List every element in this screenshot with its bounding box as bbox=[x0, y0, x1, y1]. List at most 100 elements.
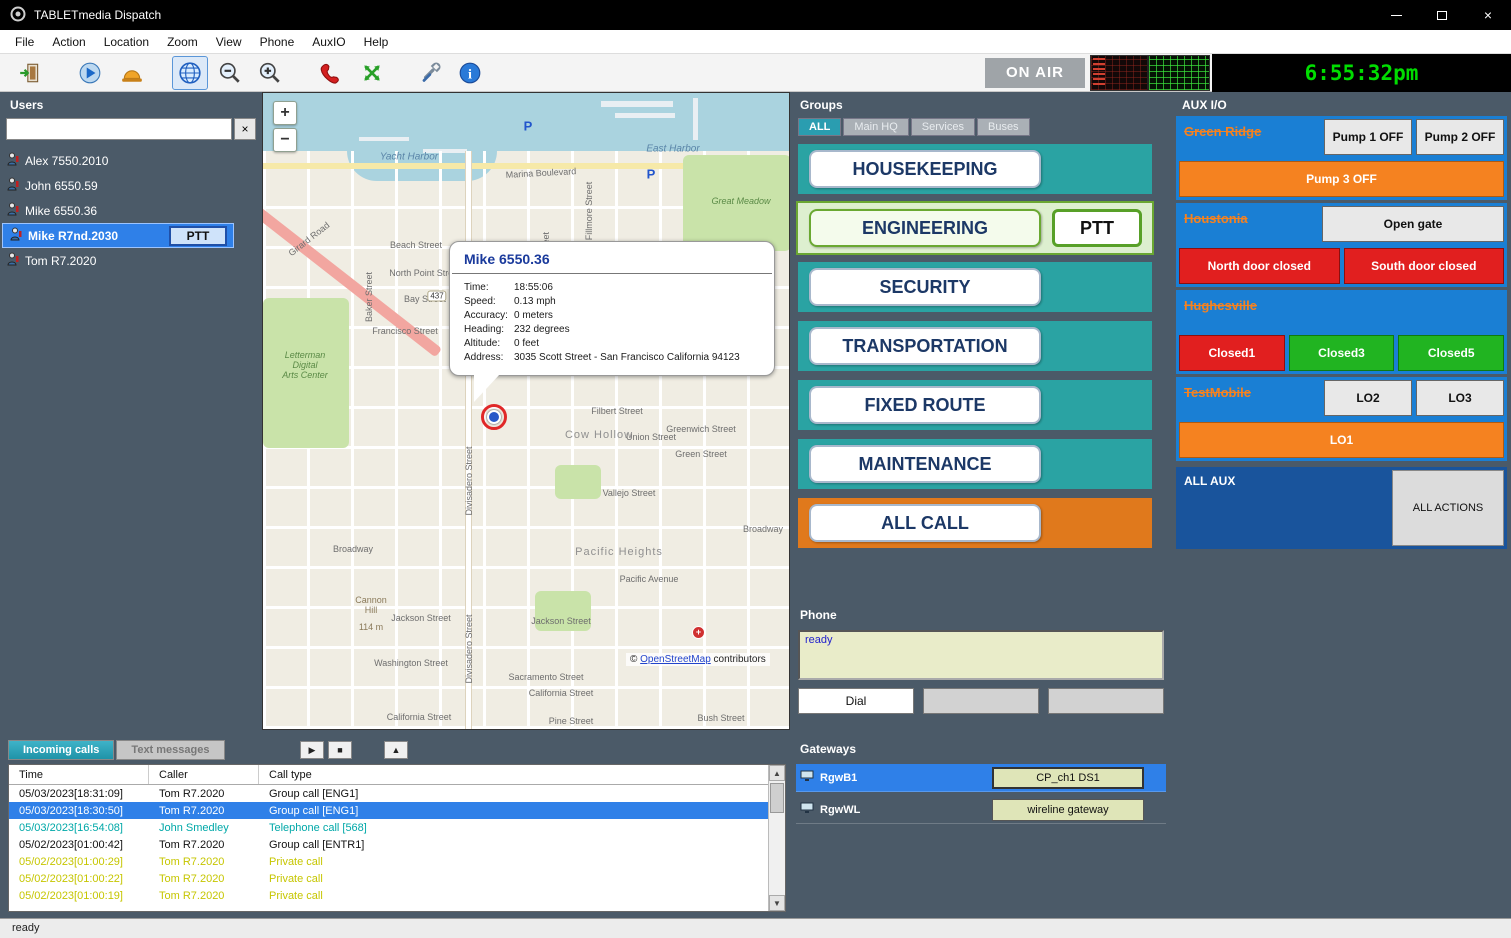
menu-item-zoom[interactable]: Zoom bbox=[158, 32, 207, 52]
phone-display[interactable]: ready bbox=[798, 630, 1164, 680]
groups-tab-buses[interactable]: Buses bbox=[977, 118, 1030, 136]
gateway-channel-button[interactable]: CP_ch1 DS1 bbox=[992, 767, 1144, 789]
gateway-channel-button[interactable]: wireline gateway bbox=[992, 799, 1144, 821]
group-button[interactable]: SECURITY bbox=[809, 268, 1041, 306]
menu-item-file[interactable]: File bbox=[6, 32, 43, 52]
aux-button[interactable]: Closed5 bbox=[1398, 335, 1504, 371]
groups-tab-main-hq[interactable]: Main HQ bbox=[843, 118, 908, 136]
group-button[interactable]: HOUSEKEEPING bbox=[809, 150, 1041, 188]
on-air-indicator[interactable]: ON AIR bbox=[985, 58, 1085, 88]
selected-user-marker[interactable] bbox=[487, 410, 501, 424]
call-row[interactable]: 05/02/2023[01:00:42]Tom R7.2020Group cal… bbox=[9, 836, 785, 853]
call-row[interactable]: 05/02/2023[01:00:19]Tom R7.2020Private c… bbox=[9, 887, 785, 904]
aux-button[interactable]: Closed3 bbox=[1289, 335, 1395, 371]
menu-item-action[interactable]: Action bbox=[43, 32, 94, 52]
zoom-in-icon bbox=[258, 61, 282, 85]
menu-item-help[interactable]: Help bbox=[355, 32, 398, 52]
info-button[interactable]: i bbox=[452, 56, 488, 90]
aux-section-header: Green RidgePump 1 OFFPump 2 OFF bbox=[1179, 119, 1504, 159]
ptt-button[interactable]: PTT bbox=[1052, 209, 1142, 247]
raise-panel-button[interactable]: ▲ bbox=[384, 741, 408, 759]
aux-button[interactable]: Pump 2 OFF bbox=[1416, 119, 1504, 155]
aux-button[interactable]: LO1 bbox=[1179, 422, 1504, 458]
menu-item-phone[interactable]: Phone bbox=[251, 32, 304, 52]
aux-button[interactable]: LO2 bbox=[1324, 380, 1412, 416]
column-header-caller[interactable]: Caller bbox=[149, 765, 259, 784]
column-header-time[interactable]: Time bbox=[9, 765, 149, 784]
column-header-call-type[interactable]: Call type bbox=[259, 769, 785, 781]
group-button[interactable]: ALL CALL bbox=[809, 504, 1041, 542]
gateway-row[interactable]: RgwWLwireline gateway bbox=[796, 796, 1166, 824]
map-label: Baker Street bbox=[364, 272, 374, 322]
scroll-thumb[interactable] bbox=[770, 783, 784, 813]
call-row[interactable]: 05/03/2023[16:54:08]John SmedleyTelephon… bbox=[9, 819, 785, 836]
aux-button[interactable]: Pump 3 OFF bbox=[1179, 161, 1504, 197]
map-label: Pacific Avenue bbox=[620, 574, 679, 584]
aux-button[interactable]: Pump 1 OFF bbox=[1324, 119, 1412, 155]
group-row: TRANSPORTATION bbox=[798, 321, 1152, 371]
popup-field: Heading:232 degrees bbox=[464, 323, 760, 336]
alarm-button[interactable] bbox=[114, 56, 150, 90]
user-item[interactable]: John 6550.59 bbox=[0, 173, 262, 198]
scroll-up-button[interactable]: ▲ bbox=[769, 765, 785, 781]
gateway-row[interactable]: RgwB1CP_ch1 DS1 bbox=[796, 764, 1166, 792]
ptt-button[interactable]: PTT bbox=[169, 226, 227, 246]
stop-button[interactable]: ■ bbox=[328, 741, 352, 759]
minimize-button[interactable] bbox=[1373, 0, 1419, 30]
groups-tab-services[interactable]: Services bbox=[911, 118, 975, 136]
clear-search-button[interactable]: × bbox=[234, 118, 256, 140]
aux-site-label: Houstonia bbox=[1179, 206, 1322, 231]
groups-tab-all[interactable]: ALL bbox=[798, 118, 841, 136]
menu-item-location[interactable]: Location bbox=[95, 32, 158, 52]
phone-button-3[interactable] bbox=[1048, 688, 1164, 714]
zoom-out-button[interactable] bbox=[212, 56, 248, 90]
group-button[interactable]: FIXED ROUTE bbox=[809, 386, 1041, 424]
call-row[interactable]: 05/03/2023[18:31:09]Tom R7.2020Group cal… bbox=[9, 785, 785, 802]
calls-tbody: 05/03/2023[18:31:09]Tom R7.2020Group cal… bbox=[9, 785, 785, 904]
map-label: Marina Boulevard bbox=[506, 166, 577, 180]
aux-section: Green RidgePump 1 OFFPump 2 OFFPump 3 OF… bbox=[1176, 116, 1507, 200]
map-zoom-out-button[interactable]: − bbox=[273, 128, 297, 152]
scroll-down-button[interactable]: ▼ bbox=[769, 895, 785, 911]
exit-door-button[interactable] bbox=[12, 56, 48, 90]
map[interactable]: + Yacht HarborEast HarborPPMarina Boulev… bbox=[262, 92, 790, 730]
users-search-input[interactable] bbox=[6, 118, 232, 140]
zoom-in-button[interactable] bbox=[252, 56, 288, 90]
call-row[interactable]: 05/03/2023[18:30:50]Tom R7.2020Group cal… bbox=[9, 802, 785, 819]
crosspatch-button[interactable] bbox=[354, 56, 390, 90]
popup-field-label: Speed: bbox=[464, 295, 514, 308]
user-item[interactable]: Tom R7.2020 bbox=[0, 248, 262, 273]
user-item[interactable]: Mike R7nd.2030PTT bbox=[2, 223, 234, 248]
aux-button[interactable]: Open gate bbox=[1322, 206, 1504, 242]
aux-button[interactable]: Closed1 bbox=[1179, 335, 1285, 371]
group-button[interactable]: MAINTENANCE bbox=[809, 445, 1041, 483]
start-playback-button[interactable] bbox=[72, 56, 108, 90]
maximize-button[interactable] bbox=[1419, 0, 1465, 30]
user-item[interactable]: Mike 6550.36 bbox=[0, 198, 262, 223]
openstreetmap-link[interactable]: OpenStreetMap bbox=[640, 654, 711, 665]
close-button[interactable]: × bbox=[1465, 0, 1511, 30]
play-button[interactable]: ▶ bbox=[300, 741, 324, 759]
phone-button-2[interactable] bbox=[923, 688, 1039, 714]
aux-button[interactable]: South door closed bbox=[1344, 248, 1505, 284]
call-row[interactable]: 05/02/2023[01:00:22]Tom R7.2020Private c… bbox=[9, 870, 785, 887]
menu-item-auxio[interactable]: AuxIO bbox=[303, 32, 354, 52]
call-row[interactable]: 05/02/2023[01:00:29]Tom R7.2020Private c… bbox=[9, 853, 785, 870]
menu-item-view[interactable]: View bbox=[207, 32, 251, 52]
calls-tab-text-messages[interactable]: Text messages bbox=[116, 740, 224, 760]
map-zoom-in-button[interactable]: + bbox=[273, 101, 297, 125]
phone-call-button[interactable] bbox=[312, 56, 348, 90]
phone-button-dial[interactable]: Dial bbox=[798, 688, 914, 714]
user-item[interactable]: Alex 7550.2010 bbox=[0, 148, 262, 173]
all-actions-button[interactable]: ALL ACTIONS bbox=[1392, 470, 1504, 546]
aux-button[interactable]: North door closed bbox=[1179, 248, 1340, 284]
group-button[interactable]: ENGINEERING bbox=[809, 209, 1041, 247]
group-button[interactable]: TRANSPORTATION bbox=[809, 327, 1041, 365]
map-label: Bush Street bbox=[697, 713, 744, 723]
map-globe-button[interactable] bbox=[172, 56, 208, 90]
aux-button[interactable]: LO3 bbox=[1416, 380, 1504, 416]
tools-button[interactable] bbox=[412, 56, 448, 90]
clock: 6:55:32pm bbox=[1212, 54, 1511, 92]
calls-scrollbar[interactable]: ▲ ▼ bbox=[768, 765, 785, 911]
calls-tab-incoming-calls[interactable]: Incoming calls bbox=[8, 740, 114, 760]
